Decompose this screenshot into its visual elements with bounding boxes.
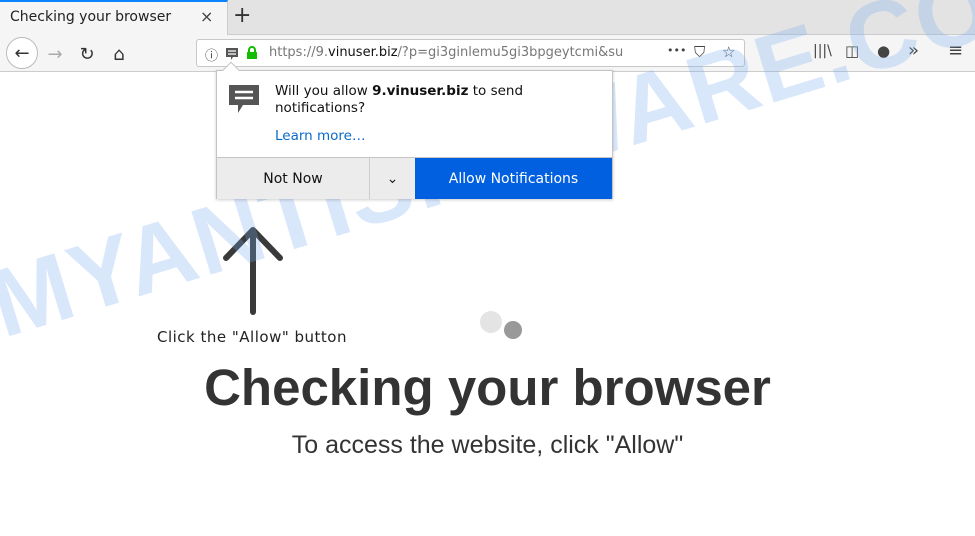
- notification-permission-popup: Will you allow 9.vinuser.biz to send not…: [216, 61, 613, 199]
- home-icon: ⌂: [113, 43, 125, 65]
- loading-dot: [480, 311, 502, 333]
- tab-close-icon[interactable]: ×: [200, 7, 213, 26]
- chat-bubble-icon: [229, 85, 259, 113]
- tab-title: Checking your browser: [10, 9, 172, 25]
- page-subheading: To access the website, click "Allow": [291, 431, 684, 459]
- tab-active[interactable]: Checking your browser ×: [0, 0, 228, 36]
- popup-message: Will you allow 9.vinuser.biz to send not…: [275, 83, 524, 116]
- allow-notifications-button[interactable]: Allow Notifications: [415, 158, 612, 199]
- arrow-right-icon: →: [47, 43, 63, 65]
- notification-permission-icon[interactable]: [224, 46, 240, 62]
- lock-icon: [247, 46, 257, 59]
- reload-icon: ↻: [79, 43, 95, 65]
- more-options-dropdown[interactable]: ⌄: [369, 158, 415, 199]
- learn-more-link[interactable]: Learn more…: [275, 128, 366, 144]
- new-tab-button[interactable]: +: [233, 3, 251, 28]
- loading-dot: [504, 321, 522, 339]
- forward-button[interactable]: →: [40, 39, 70, 69]
- allow-hint-text: Click the "Allow" button: [157, 328, 347, 346]
- chevron-down-icon: ⌄: [386, 170, 399, 187]
- reload-button[interactable]: ↻: [72, 39, 102, 69]
- page-heading: Checking your browser: [204, 359, 771, 416]
- not-now-button[interactable]: Not Now: [217, 158, 369, 199]
- arrow-left-icon: ←: [14, 42, 30, 64]
- info-icon[interactable]: ⓘ: [205, 45, 218, 64]
- home-button[interactable]: ⌂: [104, 39, 134, 69]
- back-button[interactable]: ←: [6, 37, 38, 69]
- url-text[interactable]: https://9.vinuser.biz/?p=gi3ginlemu5gi3b…: [269, 45, 629, 60]
